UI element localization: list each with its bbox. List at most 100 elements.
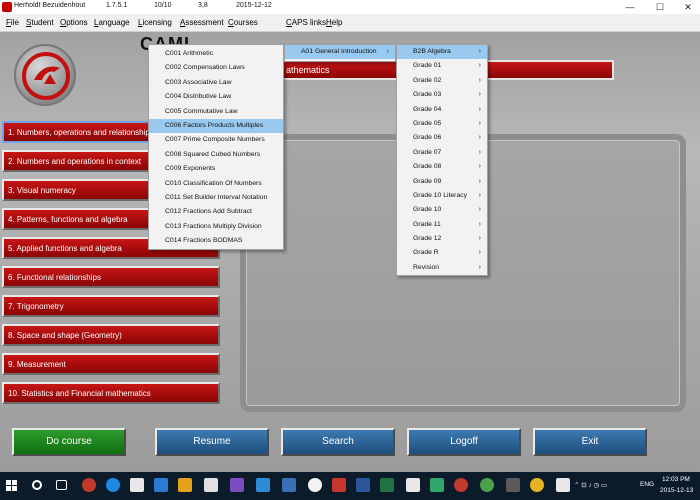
- windows-start-icon[interactable]: [6, 480, 18, 492]
- chevron-right-icon: ›: [478, 105, 481, 113]
- app-icon[interactable]: [256, 478, 270, 492]
- chevron-right-icon: ›: [478, 263, 481, 271]
- chrome-icon[interactable]: [530, 478, 544, 492]
- title-bar: Herholdt Bezuidenhout 1.7.5.1 10/10 3,8 …: [0, 0, 700, 14]
- chevron-right-icon: ›: [478, 220, 481, 228]
- task-view-icon[interactable]: [56, 480, 67, 490]
- chevron-right-icon: ›: [478, 62, 481, 70]
- menu-bar: File Student Options Language Licensing …: [0, 14, 700, 32]
- chevron-right-icon: ›: [478, 249, 481, 257]
- menu-item-course[interactable]: C011 Set Builder Interval Notation: [149, 191, 283, 205]
- menu-item-grade[interactable]: B2B Algebra ›: [397, 45, 487, 60]
- app-icon[interactable]: [406, 478, 420, 492]
- menu-item-grade[interactable]: Grade 04 ›: [397, 103, 487, 117]
- menu-item-course[interactable]: C004 Distributive Law: [149, 90, 283, 104]
- menu-item-grade[interactable]: Grade 12 ›: [397, 232, 487, 246]
- word-icon[interactable]: [356, 478, 370, 492]
- close-button[interactable]: ✕: [674, 0, 700, 14]
- chevron-right-icon: ›: [478, 206, 481, 214]
- chevron-right-icon: ›: [478, 134, 481, 142]
- menu-student[interactable]: Student: [26, 18, 54, 27]
- app-icon[interactable]: [204, 478, 218, 492]
- menu-language[interactable]: Language: [94, 18, 130, 27]
- cami-logo: [14, 44, 76, 106]
- menu-item-course[interactable]: C008 Squared Cubed Numbers: [149, 148, 283, 162]
- menu-help[interactable]: Help: [326, 18, 342, 27]
- chevron-right-icon: ›: [386, 48, 389, 55]
- topic-button-10[interactable]: 10. Statistics and Financial mathematics: [2, 382, 220, 404]
- menu-item-course[interactable]: C010 Classification Of Numbers: [149, 177, 283, 191]
- menu-item-course[interactable]: C005 Commutative Law: [149, 105, 283, 119]
- topic-button-8[interactable]: 8. Space and shape (Geometry): [2, 324, 220, 346]
- chevron-right-icon: ›: [478, 163, 481, 171]
- clock-time[interactable]: 12:03 PM: [662, 476, 690, 483]
- chevron-right-icon: ›: [478, 235, 481, 243]
- menu-item-grade[interactable]: Grade 08 ›: [397, 160, 487, 174]
- cami-active-icon[interactable]: [454, 478, 468, 492]
- clock-date[interactable]: 2015-12-13: [660, 487, 693, 494]
- section-header-text: athematics: [286, 65, 330, 75]
- menu-item-grade[interactable]: Grade 10 Literacy ›: [397, 189, 487, 203]
- version-label: 1.7.5.1: [106, 2, 128, 9]
- app-icon[interactable]: [506, 478, 520, 492]
- app-icon[interactable]: [130, 478, 144, 492]
- app-icon[interactable]: [308, 478, 322, 492]
- menu-item-grade[interactable]: Grade 10 ›: [397, 203, 487, 217]
- menu-item-grade[interactable]: Grade 09 ›: [397, 175, 487, 189]
- menu-item-course[interactable]: C009 Exponents: [149, 162, 283, 176]
- menu-caps-links[interactable]: CAPS links: [286, 18, 326, 27]
- exit-button[interactable]: Exit: [533, 428, 647, 456]
- menu-item-course[interactable]: C007 Prime Composite Numbers: [149, 133, 283, 147]
- language-indicator[interactable]: ENG: [640, 481, 654, 488]
- app-icon[interactable]: [332, 478, 346, 492]
- menu-item-grade[interactable]: Grade R ›: [397, 246, 487, 260]
- menu-assessment[interactable]: Assessment: [180, 18, 224, 27]
- topic-button-9[interactable]: 9. Measurement: [2, 353, 220, 375]
- cami-taskbar-icon[interactable]: [82, 478, 96, 492]
- do-course-button[interactable]: Do course: [12, 428, 126, 456]
- app-icon[interactable]: [154, 478, 168, 492]
- app-icon[interactable]: [556, 478, 570, 492]
- topic-button-7[interactable]: 7. Trigonometry: [2, 295, 220, 317]
- search-icon[interactable]: [32, 480, 42, 490]
- menu-item-grade[interactable]: Grade 03 ›: [397, 88, 487, 102]
- publisher-icon[interactable]: [430, 478, 444, 492]
- folder-icon[interactable]: [178, 478, 192, 492]
- menu-licensing[interactable]: Licensing: [138, 18, 172, 27]
- menu-item-grade[interactable]: Grade 07 ›: [397, 146, 487, 160]
- menu-item-general-introduction[interactable]: A01 General Introduction ›: [285, 45, 395, 60]
- minimize-button[interactable]: —: [616, 0, 644, 14]
- search-button[interactable]: Search: [281, 428, 395, 456]
- topic-button-6[interactable]: 6. Functional relationships: [2, 266, 220, 288]
- logoff-button[interactable]: Logoff: [407, 428, 521, 456]
- menu-item-course-selected[interactable]: C006 Factors Products Multiples: [149, 118, 283, 134]
- menu-item-grade[interactable]: Grade 11 ›: [397, 218, 487, 232]
- menu-item-grade[interactable]: Revision ›: [397, 261, 487, 275]
- app-icon[interactable]: [282, 478, 296, 492]
- menu-item-course[interactable]: C002 Compensation Laws: [149, 61, 283, 75]
- maximize-button[interactable]: ☐: [646, 0, 674, 14]
- resume-button[interactable]: Resume: [155, 428, 269, 456]
- menu-item-course[interactable]: C003 Associative Law: [149, 76, 283, 90]
- grade-submenu: B2B Algebra › Grade 01 › Grade 02 › Grade 0…: [396, 44, 488, 276]
- menu-item-grade[interactable]: Grade 06 ›: [397, 131, 487, 145]
- excel-icon[interactable]: [380, 478, 394, 492]
- chevron-right-icon: ›: [478, 148, 481, 156]
- logo-emblem-icon: [22, 52, 70, 100]
- app-icon[interactable]: [480, 478, 494, 492]
- app-icon[interactable]: [230, 478, 244, 492]
- browser-icon[interactable]: [106, 478, 120, 492]
- menu-courses[interactable]: Courses: [228, 18, 258, 27]
- menu-options[interactable]: Options: [60, 18, 88, 27]
- menu-item-course[interactable]: C001 Arithmetic: [149, 47, 283, 61]
- tray-icons[interactable]: ⌃ ⊡ ♪ ◷ ▭: [574, 481, 607, 489]
- menu-item-grade[interactable]: Grade 02 ›: [397, 74, 487, 88]
- app-icon: [2, 2, 12, 12]
- menu-item-grade[interactable]: Grade 01 ›: [397, 59, 487, 73]
- menu-item-grade[interactable]: Grade 05 ›: [397, 117, 487, 131]
- menu-item-course[interactable]: C014 Fractions BODMAS: [149, 234, 283, 248]
- menu-file[interactable]: File: [6, 18, 19, 27]
- menu-item-course[interactable]: C012 Fractions Add Subtract: [149, 205, 283, 219]
- chevron-right-icon: ›: [478, 191, 481, 199]
- menu-item-course[interactable]: C013 Fractions Multiply Division: [149, 220, 283, 234]
